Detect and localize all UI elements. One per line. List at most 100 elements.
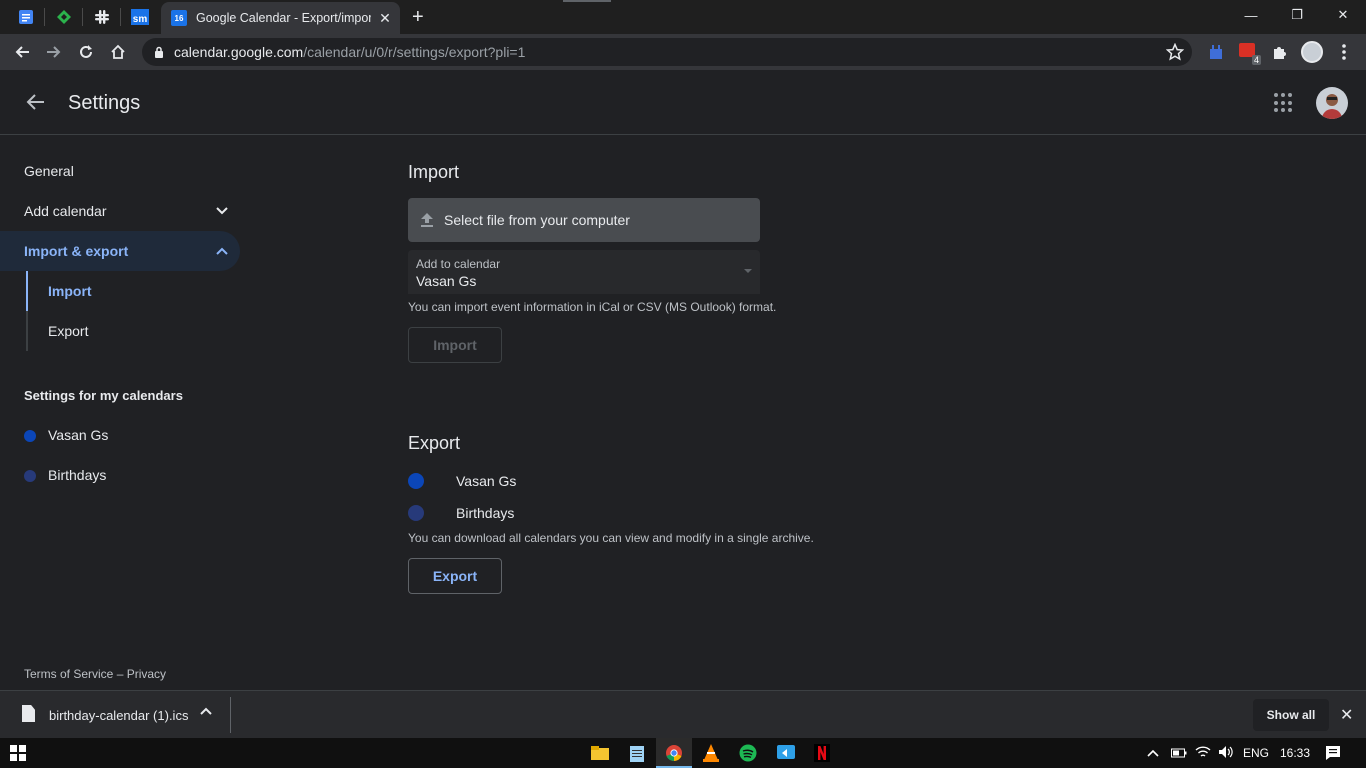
restore-button[interactable]: ❐ [1274,0,1320,30]
google-apps-icon[interactable] [1274,93,1294,113]
docs-icon[interactable] [12,5,40,29]
windows-taskbar: ENG 16:33 [0,738,1366,768]
add-to-calendar-value: Vasan Gs [416,273,477,289]
vlc-icon[interactable] [701,743,721,763]
tab-separator [120,8,121,26]
import-hint: You can import event information in iCal… [408,300,777,314]
forward-button[interactable] [40,38,68,66]
dropdown-caret-icon [744,269,752,273]
language-indicator[interactable]: ENG [1243,746,1269,760]
download-separator [230,697,231,733]
chevron-up-icon[interactable] [200,707,212,715]
sidebar-item-import-export[interactable]: Import & export [24,243,128,259]
export-calendar-vasan-gs: Vasan Gs [456,473,517,489]
add-to-calendar-select[interactable]: Add to calendar Vasan Gs [408,250,760,294]
calendar-color-dot [24,430,36,442]
back-arrow-icon[interactable] [24,90,48,114]
select-file-label: Select file from your computer [444,212,630,228]
sidebar-sub-indicator [26,311,28,351]
puzzle-extensions-icon[interactable] [1269,41,1291,63]
settings-header: Settings [0,70,1366,135]
export-calendar-color-dot [408,473,424,489]
sidebar-item-general[interactable]: General [24,163,74,179]
extension-badge: 4 [1251,55,1261,65]
tab-separator [82,8,83,26]
notepad-icon[interactable] [627,743,647,763]
sm-icon[interactable]: sm [126,5,154,29]
slack-icon[interactable] [88,5,116,29]
home-icon [111,44,125,59]
tab-separator [44,8,45,26]
terms-link[interactable]: Terms of Service [24,667,113,681]
bookmark-star-icon[interactable] [1166,43,1184,61]
calendar-settings-page: Settings General Add calendar Import & e… [0,70,1366,690]
chevron-up-icon[interactable] [216,247,228,255]
minimize-button[interactable]: — [1228,0,1274,30]
browser-tab-strip: sm 16 Google Calendar - Export/import ✕ … [0,0,1366,34]
export-section-title: Export [408,433,461,453]
reload-icon [80,45,92,58]
file-explorer-icon[interactable] [590,743,610,763]
reload-button[interactable] [72,38,100,66]
sidebar-item-export[interactable]: Export [48,323,88,339]
upload-icon [421,213,433,227]
privacy-link[interactable]: Privacy [127,667,166,681]
address-bar[interactable]: calendar.google.com/calendar/u/0/r/setti… [142,38,1192,66]
import-button[interactable]: Import [408,327,502,363]
back-button[interactable] [8,38,36,66]
url-host: calendar.google.com [174,44,304,60]
extension-icon[interactable] [1205,41,1227,63]
add-to-calendar-label: Add to calendar [416,257,501,271]
home-button[interactable] [104,38,132,66]
system-clock[interactable]: 16:33 [1280,746,1310,760]
account-avatar[interactable] [1316,87,1348,119]
feedly-icon[interactable] [50,5,78,29]
footer-links: Terms of Service – Privacy [24,667,166,681]
calendar-extension-icon[interactable]: 4 [1237,41,1261,65]
netflix-icon[interactable] [812,743,832,763]
tab-strip-marker [563,0,611,2]
export-button[interactable]: Export [408,558,502,594]
sidebar-calendar-vasan-gs[interactable]: Vasan Gs [48,427,108,443]
import-section-title: Import [408,162,460,182]
sidebar-calendar-birthdays[interactable]: Birthdays [48,467,106,483]
feedback-app-icon[interactable] [776,743,796,763]
new-tab-button[interactable]: + [412,7,424,27]
calendar-color-dot [24,470,36,482]
sm-icon-text: sm [131,9,149,25]
spotify-icon[interactable] [738,743,758,763]
footer-separator: – [113,667,127,681]
forward-arrow-icon [47,46,61,58]
tab-google-calendar[interactable]: 16 Google Calendar - Export/import ✕ [161,2,400,34]
lock-icon [155,46,163,58]
show-all-button[interactable]: Show all [1253,699,1329,731]
chevron-down-icon[interactable] [216,207,228,215]
calendar-favicon-icon: 16 [171,10,187,26]
select-file-button[interactable]: Select file from your computer [408,198,760,242]
sidebar-item-add-calendar[interactable]: Add calendar [24,203,107,219]
sidebar-sub-indicator-active [26,271,28,311]
close-shelf-icon[interactable]: ✕ [1340,705,1353,725]
file-icon [22,705,35,722]
notification-center-icon[interactable] [1325,745,1341,761]
sidebar-item-import[interactable]: Import [48,283,92,299]
windows-start-icon[interactable] [8,743,28,763]
chrome-icon[interactable] [664,743,684,763]
download-file-name[interactable]: birthday-calendar (1).ics [49,708,188,723]
wifi-icon[interactable] [1195,745,1211,759]
close-window-button[interactable]: ✕ [1320,0,1366,30]
settings-for-my-calendars-heading: Settings for my calendars [24,388,183,403]
download-shelf: birthday-calendar (1).ics Show all ✕ [0,690,1366,738]
profile-avatar[interactable] [1301,41,1323,63]
tab-title: Google Calendar - Export/import [196,11,371,25]
tray-expand-icon[interactable] [1147,749,1159,757]
export-hint: You can download all calendars you can v… [408,531,814,545]
url-path: /calendar/u/0/r/settings/export?pli=1 [303,44,526,60]
battery-icon[interactable] [1171,747,1187,759]
volume-icon[interactable] [1218,745,1234,759]
export-calendar-birthdays: Birthdays [456,505,515,521]
chrome-menu-icon[interactable] [1333,41,1355,63]
window-controls: — ❐ ✕ [1228,0,1366,30]
back-arrow-icon [15,46,29,58]
tab-close-icon[interactable]: ✕ [377,10,393,27]
